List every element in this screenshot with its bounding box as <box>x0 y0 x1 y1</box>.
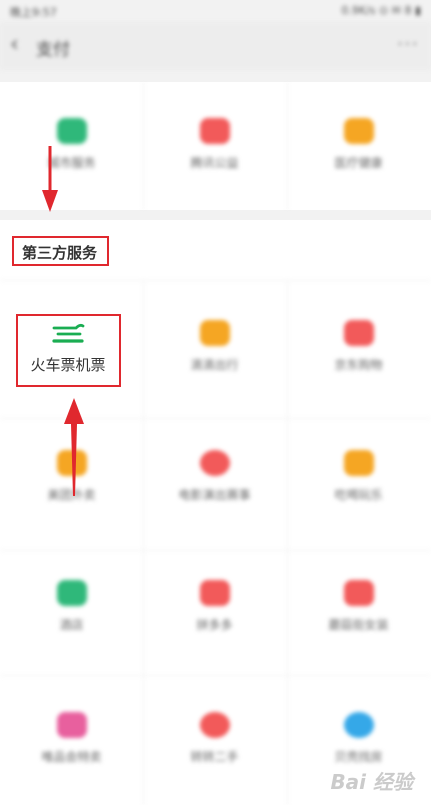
service-city[interactable]: 城市服务 <box>0 118 143 171</box>
service-label: 转转二手 <box>190 750 239 764</box>
service-pinduoduo[interactable]: 拼多多 <box>143 580 286 633</box>
service-label: 拼多多 <box>196 618 233 632</box>
mogujie-icon <box>343 580 374 606</box>
highlight-box-train <box>16 314 121 387</box>
service-label: 唯品会特卖 <box>41 750 102 764</box>
status-bar: 晚上9:57 0.9K/s ⊙ ✉ 8 ▮ <box>0 0 431 22</box>
service-label: 医疗健康 <box>334 156 383 170</box>
page-title: 支付 <box>36 40 70 60</box>
vipshop-icon <box>56 712 87 738</box>
watermark: Bai 经验 <box>330 770 413 794</box>
arrow-down-annotation <box>42 146 58 212</box>
service-food[interactable]: 吃喝玩乐 <box>287 450 430 503</box>
service-label: 蘑菇街女装 <box>328 618 389 632</box>
service-label: 城市服务 <box>47 156 96 170</box>
didi-icon <box>199 320 230 346</box>
medical-icon <box>343 118 374 144</box>
status-time: 晚上9:57 <box>10 6 57 19</box>
more-icon[interactable]: ··· <box>397 32 419 56</box>
city-service-icon <box>56 118 87 144</box>
service-hotel[interactable]: 酒店 <box>0 580 143 633</box>
service-jd[interactable]: 京东购物 <box>287 320 430 373</box>
title-bar: ‹ 支付 ··· <box>0 22 431 70</box>
service-beike[interactable]: 贝壳找房 <box>287 712 430 765</box>
service-zhuanzhuan[interactable]: 转转二手 <box>143 712 286 765</box>
movie-ticket-icon <box>199 450 230 476</box>
service-didi[interactable]: 滴滴出行 <box>143 320 286 373</box>
service-label: 腾讯公益 <box>190 156 239 170</box>
service-mogujie[interactable]: 蘑菇街女装 <box>287 580 430 633</box>
highlight-box-section <box>12 236 109 266</box>
food-fun-icon <box>343 450 374 476</box>
service-label: 酒店 <box>59 618 84 632</box>
service-label: 贝壳找房 <box>334 750 383 764</box>
service-label: 电影演出赛事 <box>178 488 251 502</box>
service-label: 滴滴出行 <box>190 358 239 372</box>
service-medical[interactable]: 医疗健康 <box>287 118 430 171</box>
zhuanzhuan-icon <box>199 712 230 738</box>
arrow-up-annotation <box>64 398 84 496</box>
service-label: 吃喝玩乐 <box>334 488 383 502</box>
status-icons: 0.9K/s ⊙ ✉ 8 ▮ <box>341 4 421 17</box>
service-vipshop[interactable]: 唯品会特卖 <box>0 712 143 765</box>
charity-heart-icon <box>199 118 230 144</box>
beike-house-icon <box>343 712 374 738</box>
third-party-panel: 滴滴出行 京东购物 美团外卖 电影演出赛事 吃喝玩乐 酒店 拼多多 蘑菇街女装 … <box>0 220 431 805</box>
service-movie[interactable]: 电影演出赛事 <box>143 450 286 503</box>
tencent-services-panel: 城市服务 腾讯公益 医疗健康 <box>0 82 431 210</box>
service-label: 京东购物 <box>334 358 383 372</box>
pinduoduo-icon <box>199 580 230 606</box>
back-icon[interactable]: ‹ <box>10 32 19 57</box>
jd-shopping-icon <box>343 320 374 346</box>
service-charity[interactable]: 腾讯公益 <box>143 118 286 171</box>
hotel-icon <box>56 580 87 606</box>
